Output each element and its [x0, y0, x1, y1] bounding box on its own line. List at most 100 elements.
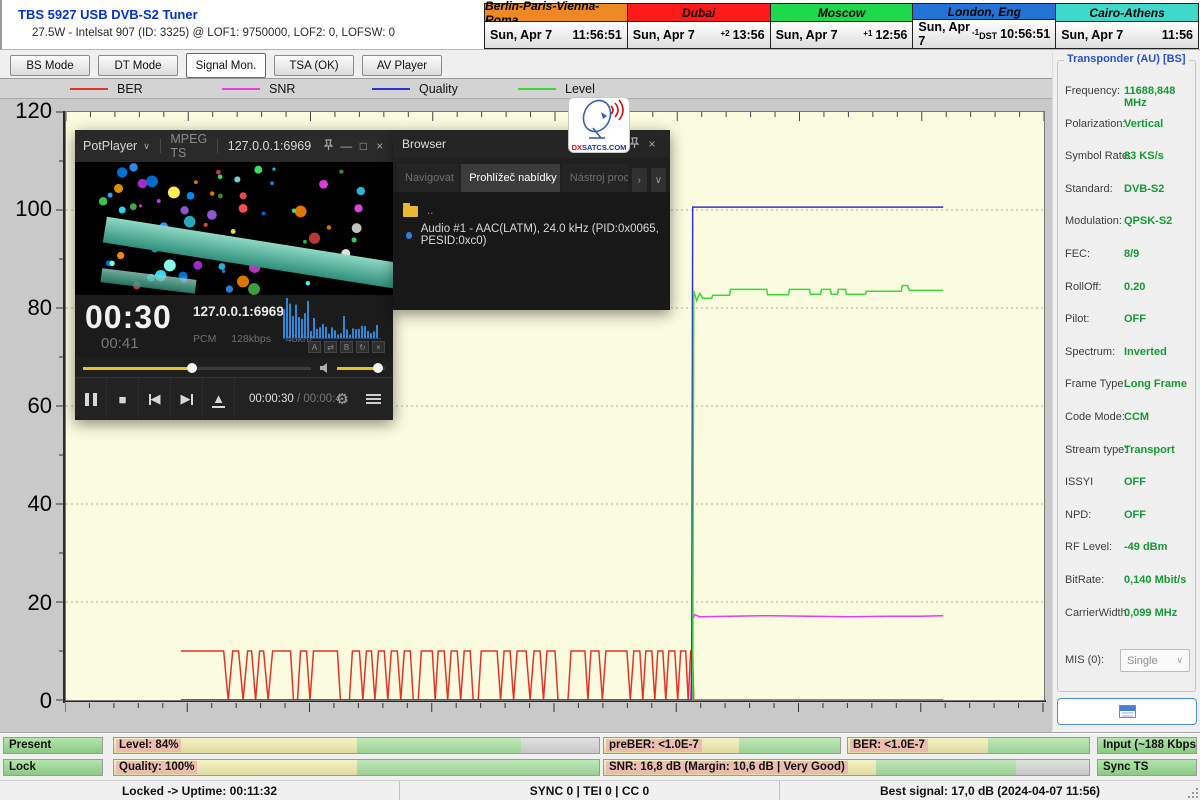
status-bar: Locked -> Uptime: 00:11:32 SYNC 0 | TEI …: [0, 780, 1200, 800]
legend-label: SNR: [269, 82, 295, 96]
transponder-field-issyi: ISSYIOFF: [1058, 476, 1197, 492]
meter-label: Quality: 100%: [116, 761, 197, 774]
tab-dropdown-icon[interactable]: ∨: [651, 168, 666, 192]
menu-icon[interactable]: [366, 392, 381, 406]
codec-label: PCM: [193, 333, 216, 345]
potplayer-titlebar[interactable]: PotPlayer ∨ MPEG TS 127.0.0.1:6969 — □ ×: [75, 130, 393, 162]
legend-swatch: [372, 88, 410, 90]
meter-preber: preBER: <1.0E-7: [603, 737, 841, 754]
browser-tab-navigovat[interactable]: Navigovat: [397, 164, 459, 192]
pin-icon[interactable]: [323, 139, 334, 154]
y-axis-label: 0: [8, 688, 52, 714]
maximize-icon[interactable]: □: [358, 139, 368, 153]
ab-control-button-[interactable]: ⇄: [324, 341, 337, 353]
field-label: Code Mode:: [1065, 411, 1125, 423]
world-clocks: Berlin-Paris-Vienna-RomaSun, Apr 711:56:…: [485, 3, 1199, 49]
previous-button[interactable]: ◀: [139, 378, 171, 420]
ab-control-button-a[interactable]: A: [308, 341, 321, 353]
transponder-field-frame-type: Frame Type:Long Frame: [1058, 378, 1197, 394]
volume-bar[interactable]: [337, 367, 385, 370]
stream-url-label: 127.0.0.1:6969: [228, 139, 311, 153]
seek-row: [75, 358, 393, 377]
field-label: CarrierWidth:: [1065, 607, 1130, 619]
speaker-icon[interactable]: [319, 362, 331, 374]
ab-control-button-[interactable]: ×: [372, 341, 385, 353]
meter-level: Level: 84%: [113, 737, 600, 754]
legend-label: BER: [117, 82, 143, 96]
browser-tab-prohl-e-nab-dky[interactable]: Prohlížeč nabídky: [461, 164, 560, 192]
pause-button[interactable]: [75, 378, 107, 420]
transponder-field-spectrum: Spectrum:Inverted: [1058, 346, 1197, 362]
tab-scroll-right-icon[interactable]: ›: [632, 168, 647, 192]
clock-city-label: Cairo-Athens: [1056, 4, 1198, 22]
field-value: 11688,848 MHz: [1124, 85, 1197, 109]
browser-window: Browser × NavigovatProhlížeč nabídkyNást…: [393, 130, 670, 310]
field-label: BitRate:: [1065, 574, 1104, 586]
folder-icon: [403, 206, 418, 217]
minimize-icon[interactable]: —: [340, 139, 352, 153]
y-axis-label: 20: [8, 590, 52, 616]
mis-dropdown[interactable]: Single ∨: [1120, 649, 1190, 672]
close-icon[interactable]: ×: [375, 139, 385, 153]
device-panel-button[interactable]: [1057, 698, 1197, 725]
browser-title: Browser: [402, 137, 446, 151]
stop-button[interactable]: ■: [107, 378, 139, 420]
y-axis-label: 40: [8, 491, 52, 517]
seek-bar[interactable]: [83, 367, 311, 370]
clock-date: Sun, Apr 7: [490, 28, 569, 42]
transponder-field-carrierwidth: CarrierWidth:0,099 MHz: [1058, 607, 1197, 623]
tab-bs-mode[interactable]: BS Mode: [10, 55, 90, 76]
legend-item-snr: SNR: [222, 79, 295, 99]
transponder-field-polarization: Polarization:Vertical: [1058, 118, 1197, 134]
chevron-down-icon[interactable]: ∨: [143, 141, 150, 152]
clock-date: Sun, Apr 7: [633, 28, 721, 42]
total-time: 00:41: [101, 335, 139, 352]
clock-city-label: Dubai: [628, 4, 770, 22]
video-display[interactable]: [75, 162, 393, 295]
tab-tsa-ok[interactable]: TSA (OK): [274, 55, 354, 76]
resize-grip[interactable]: [1186, 786, 1198, 798]
ab-control-button-b[interactable]: B: [340, 341, 353, 353]
potplayer-app-name[interactable]: PotPlayer: [83, 139, 137, 153]
meter-quality: Quality: 100%: [113, 759, 600, 776]
meter-label: Lock: [6, 761, 39, 774]
clock-berlin-paris-vienna-roma: Berlin-Paris-Vienna-RomaSun, Apr 711:56:…: [484, 3, 628, 49]
divider: [160, 139, 161, 153]
field-value: CCM: [1124, 411, 1149, 423]
legend-label: Quality: [419, 82, 458, 96]
clock-date: Sun, Apr 7: [776, 28, 864, 42]
legend-swatch: [222, 88, 260, 90]
field-value: QPSK-S2: [1124, 215, 1172, 227]
clock-time-row: Sun, Apr 7+213:56: [628, 22, 770, 48]
browser-list-item[interactable]: Audio #1 - AAC(LATM), 24.0 kHz (PID:0x00…: [403, 223, 670, 247]
tab-av-player[interactable]: AV Player: [362, 55, 442, 76]
y-axis-ticks: [54, 111, 64, 703]
stream-type-label: MPEG TS: [170, 132, 207, 160]
browser-tabs: NavigovatProhlížeč nabídkyNástroj prochá…: [393, 158, 670, 192]
transponder-field-bitrate: BitRate:0,140 Mbit/s: [1058, 574, 1197, 590]
mis-label: MIS (0):: [1065, 654, 1104, 666]
item-label: Audio #1 - AAC(LATM), 24.0 kHz (PID:0x00…: [421, 223, 670, 247]
tab-dt-mode[interactable]: DT Mode: [98, 55, 178, 76]
seek-knob[interactable]: [187, 363, 197, 373]
tab-bar: BS Mode DT Mode Signal Mon. TSA (OK) AV Play…: [0, 50, 1052, 78]
next-button[interactable]: ▶: [171, 378, 203, 420]
clock-city-label: Moscow: [771, 4, 913, 22]
eject-button[interactable]: ▲: [203, 378, 235, 420]
window-header: TBS 5927 USB DVB-S2 Tuner 27.5W - Intels…: [0, 0, 1200, 50]
close-icon[interactable]: ×: [643, 137, 661, 151]
browser-list-item[interactable]: ..: [403, 199, 670, 223]
tab-signal-mon[interactable]: Signal Mon.: [186, 53, 266, 78]
clock-time: 13:56: [733, 28, 765, 42]
field-label: Polarization:: [1065, 118, 1126, 130]
volume-knob[interactable]: [373, 363, 383, 373]
signal-meters: PresentLevel: 84%preBER: <1.0E-7BER: <1.…: [0, 733, 1200, 780]
transponder-field-standard: Standard:DVB-S2: [1058, 183, 1197, 199]
browser-tab-n-stroj-proch-zen-tit[interactable]: Nástroj procházení tit...: [562, 164, 628, 192]
series-snr: [181, 615, 943, 700]
ab-control-button-[interactable]: ↻: [356, 341, 369, 353]
meter-label: Sync TS: [1100, 761, 1151, 774]
clock-offset: -1DST: [972, 28, 997, 41]
settings-gear-icon[interactable]: ⚙: [336, 390, 349, 408]
field-value: 0,099 MHz: [1124, 607, 1177, 619]
